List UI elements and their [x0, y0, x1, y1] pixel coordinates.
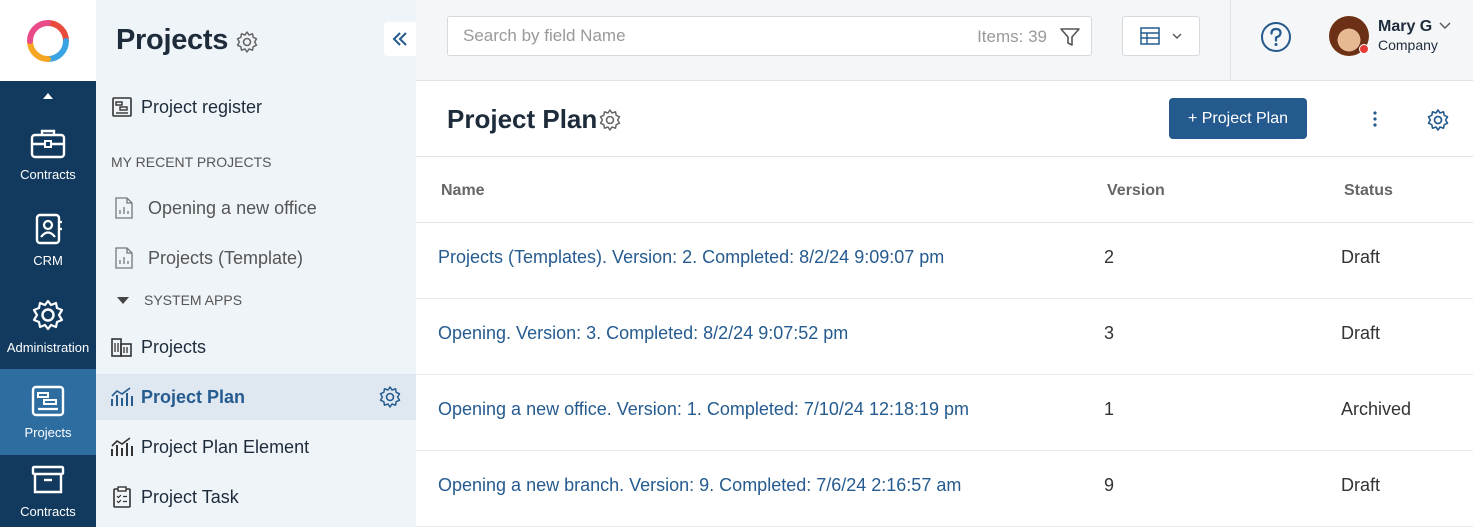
sidebar-item-label: Project Task [141, 486, 239, 507]
sidebar-item-recent-project[interactable]: Projects (Template) [96, 235, 416, 281]
sidebar-section-recent: MY RECENT PROJECTS [111, 154, 272, 170]
gear-icon[interactable] [598, 108, 622, 132]
app-window: Contracts CRM Administration Projects Co… [0, 0, 1473, 527]
sidebar-item-label: Projects (Template) [148, 247, 304, 268]
sidebar-item-project-register[interactable]: Project register [96, 84, 416, 130]
cell-status: Archived [1341, 399, 1412, 419]
cell-version: 1 [1104, 399, 1115, 419]
rail-item-label: Contracts [20, 503, 76, 519]
divider [1230, 0, 1231, 81]
search-input[interactable]: Search by field Name Items: 39 [447, 16, 1092, 56]
rail-item-label: Projects [24, 424, 72, 440]
cell-status: Draft [1341, 247, 1381, 267]
view-mode-dropdown[interactable] [1122, 16, 1200, 56]
collapse-sidebar-button[interactable] [384, 22, 416, 56]
sidebar-section-system[interactable]: SYSTEM APPS [116, 292, 242, 308]
cell-name[interactable]: Projects (Templates). Version: 2. Comple… [438, 247, 944, 268]
rail-item-projects[interactable]: Projects [0, 369, 96, 455]
sidebar-item-project-task[interactable]: Project Task [96, 474, 416, 520]
contact-book-icon [35, 213, 62, 244]
rail-item-contracts-archive[interactable]: Contracts [0, 455, 96, 527]
register-icon [110, 97, 134, 117]
page-header: Project Plan + Project Plan [416, 81, 1473, 157]
gear-icon[interactable] [1426, 108, 1450, 132]
chart-growth-icon [110, 437, 134, 457]
logo-icon [27, 19, 69, 62]
cell-name[interactable]: Opening a new office. Version: 1. Comple… [438, 399, 969, 420]
rail-item-administration[interactable]: Administration [0, 283, 96, 369]
app-logo[interactable] [0, 0, 96, 81]
sidebar-item-projects[interactable]: Projects [96, 324, 416, 370]
sidebar-item-label: Project register [141, 96, 263, 117]
sidebar-item-label: Projects [141, 336, 207, 357]
sidebar-title: Projects [116, 24, 229, 56]
user-name: Mary G [1378, 18, 1433, 35]
chevron-down-icon [1439, 22, 1451, 29]
cell-status: Draft [1341, 323, 1381, 343]
double-chevron-left-icon [392, 32, 407, 46]
cell-version: 9 [1104, 475, 1115, 495]
sidebar-item-recent-project[interactable]: Opening a new office [96, 185, 416, 231]
add-project-plan-button[interactable]: + Project Plan [1169, 98, 1307, 139]
briefcase-icon [30, 129, 66, 158]
project-board-icon [31, 385, 65, 416]
gear-icon[interactable] [235, 30, 259, 54]
user-company: Company [1378, 37, 1438, 53]
top-bar: Search by field Name Items: 39 Mary G Co… [416, 0, 1473, 81]
table-row[interactable]: Opening a new office. Version: 1. Comple… [416, 375, 1473, 451]
gear-icon[interactable] [378, 385, 402, 409]
sidebar-item-label: Project Plan Element [141, 436, 310, 457]
archive-box-icon [31, 465, 65, 493]
page-title: Project Plan [447, 104, 598, 134]
gear-icon [32, 299, 64, 330]
rail-item-contracts[interactable]: Contracts [0, 111, 96, 197]
caret-down-icon [117, 296, 129, 304]
user-info: Mary G Company [1378, 17, 1438, 55]
column-header-version[interactable]: Version [1107, 182, 1165, 200]
sidebar-item-label: Project Plan [141, 386, 246, 407]
caret-up-icon [43, 93, 53, 99]
building-icon [110, 337, 134, 357]
sidebar-item-project-plan[interactable]: Project Plan [96, 374, 416, 420]
table-row[interactable]: Opening. Version: 3. Completed: 8/2/24 9… [416, 299, 1473, 375]
status-indicator [1359, 44, 1369, 54]
document-chart-icon [112, 197, 136, 219]
rail-item-label: Administration [6, 339, 90, 355]
column-header-status[interactable]: Status [1344, 182, 1393, 200]
help-icon[interactable] [1260, 21, 1292, 53]
table-view-icon [1140, 27, 1160, 45]
left-rail: Contracts CRM Administration Projects Co… [0, 0, 96, 527]
rail-item-crm[interactable]: CRM [0, 197, 96, 283]
cell-version: 2 [1104, 247, 1115, 267]
table-header: Name Version Status [416, 157, 1473, 223]
user-menu[interactable]: Mary G Company [1329, 16, 1451, 56]
rail-item-label: CRM [33, 252, 63, 268]
chart-growth-icon [110, 387, 134, 407]
filter-icon[interactable] [1059, 26, 1081, 48]
cell-version: 3 [1104, 323, 1115, 343]
sidebar-header: Projects [96, 0, 416, 81]
project-plan-table: Name Version Status Projects (Templates)… [416, 157, 1473, 527]
clipboard-icon [110, 486, 134, 508]
items-count: Items: 39 [977, 27, 1047, 46]
table-row[interactable]: Projects (Templates). Version: 2. Comple… [416, 223, 1473, 299]
sidebar-item-project-plan-element[interactable]: Project Plan Element [96, 424, 416, 470]
rail-item-label: Contracts [20, 166, 76, 182]
rail-scroll-up[interactable] [0, 81, 96, 111]
table-row[interactable]: Opening a new branch. Version: 9. Comple… [416, 451, 1473, 527]
cell-name[interactable]: Opening a new branch. Version: 9. Comple… [438, 475, 961, 496]
cell-status: Draft [1341, 475, 1381, 495]
sidebar-item-label: Opening a new office [148, 197, 317, 218]
search-placeholder: Search by field Name [463, 26, 626, 45]
sidebar: Projects Project register MY RECENT PROJ… [96, 0, 416, 527]
chevron-down-icon [1172, 33, 1182, 39]
more-vertical-icon[interactable] [1366, 109, 1384, 129]
sidebar-section-label: SYSTEM APPS [144, 292, 243, 308]
document-chart-icon [112, 247, 136, 269]
cell-name[interactable]: Opening. Version: 3. Completed: 8/2/24 9… [438, 323, 848, 344]
column-header-name[interactable]: Name [441, 182, 485, 200]
